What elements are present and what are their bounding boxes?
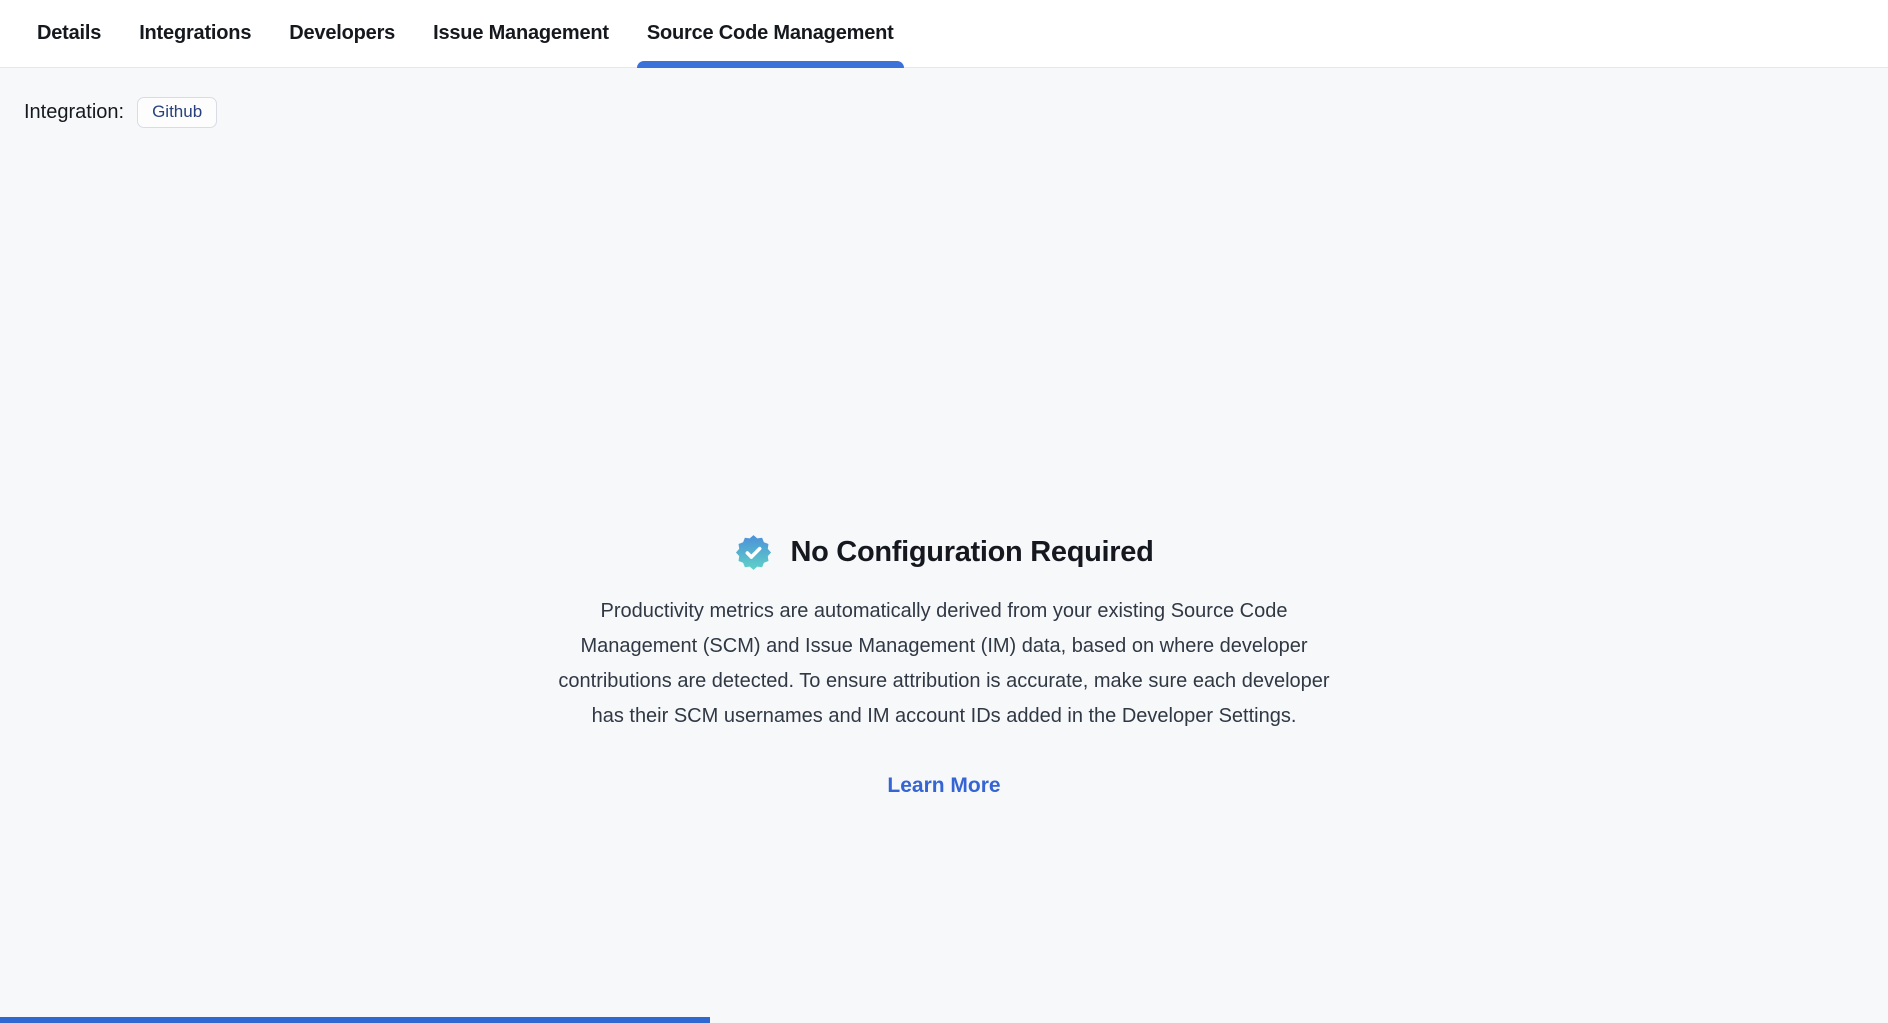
empty-state-title: No Configuration Required: [790, 536, 1153, 569]
empty-state-title-row: No Configuration Required: [464, 533, 1424, 572]
tab-source-code-management[interactable]: Source Code Management: [647, 0, 894, 67]
main-content: Integration: Github No Configuration Req…: [0, 68, 1888, 1023]
learn-more-link[interactable]: Learn More: [887, 774, 1000, 797]
tab-issue-management[interactable]: Issue Management: [433, 0, 609, 67]
tab-integrations[interactable]: Integrations: [139, 0, 251, 67]
tab-developers[interactable]: Developers: [289, 0, 395, 67]
empty-state-description: Productivity metrics are automatically d…: [558, 594, 1330, 734]
no-configuration-empty-state: No Configuration Required Productivity m…: [464, 533, 1424, 798]
tab-bar: Details Integrations Developers Issue Ma…: [0, 0, 1888, 68]
tab-details[interactable]: Details: [37, 0, 101, 67]
learn-more-row: Learn More: [464, 774, 1424, 798]
integration-row: Integration: Github: [0, 68, 1888, 128]
integration-label: Integration:: [24, 101, 124, 124]
verified-badge-icon: [734, 533, 773, 572]
bottom-accent-bar: [0, 1017, 710, 1023]
integration-value-chip: Github: [137, 97, 217, 128]
